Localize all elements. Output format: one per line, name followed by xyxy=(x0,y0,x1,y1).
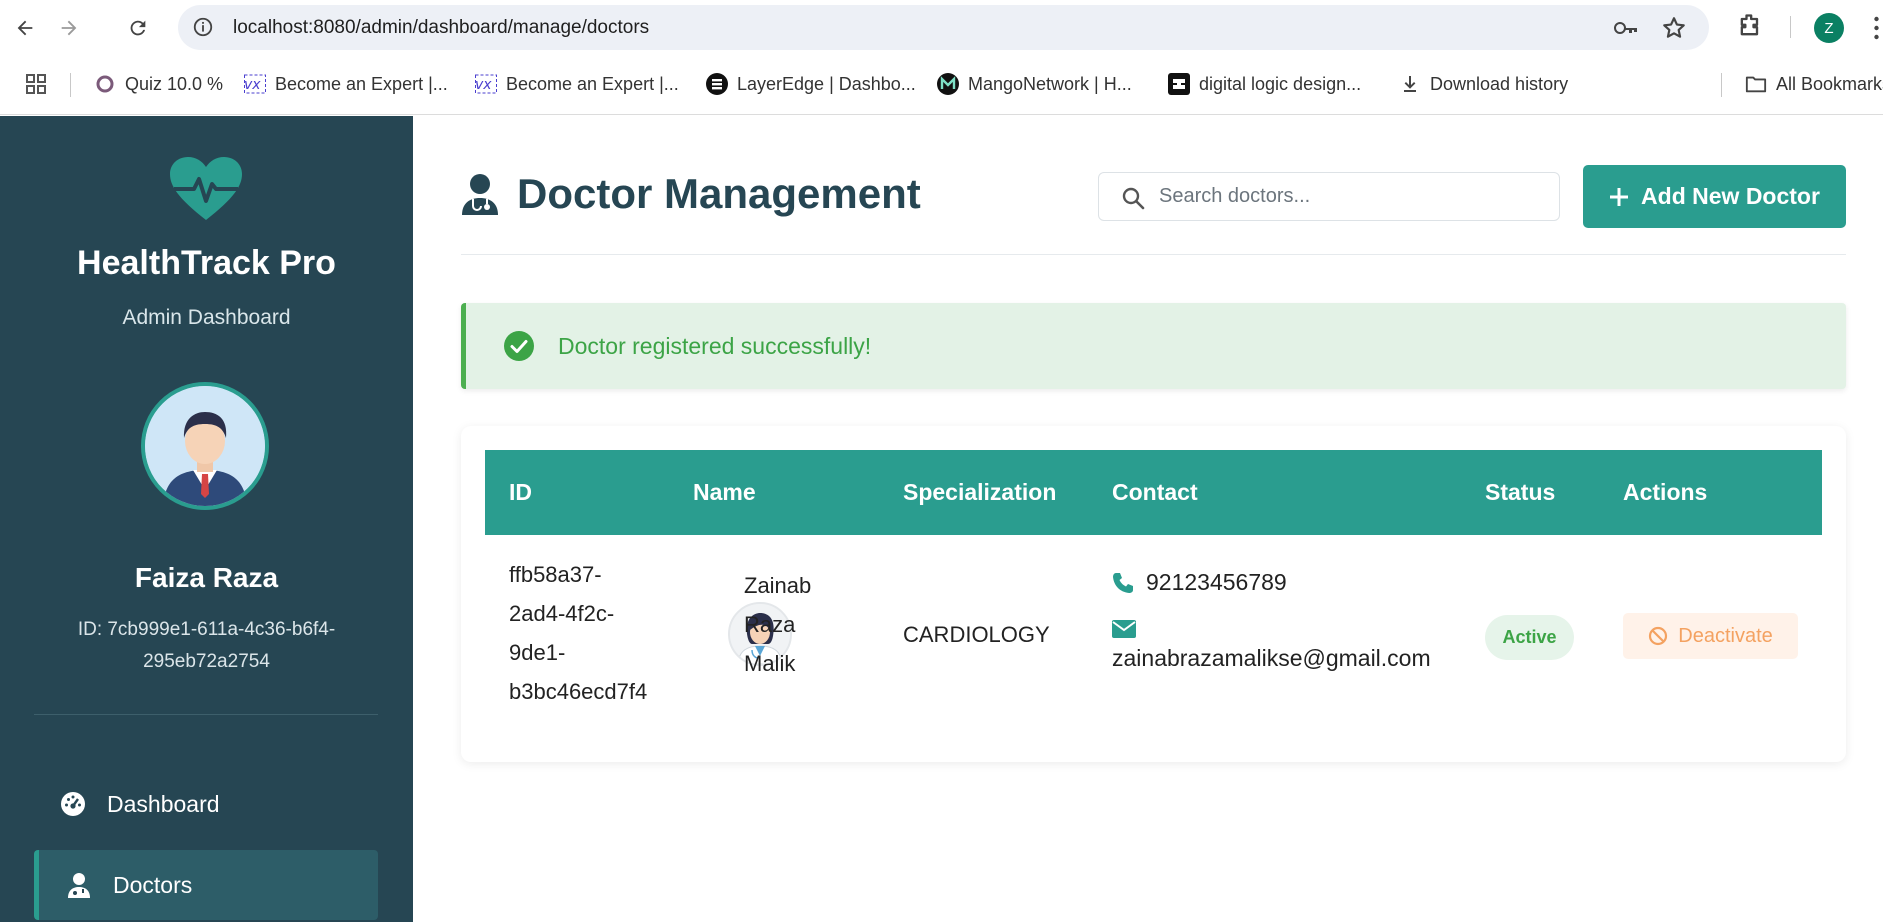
bookmark-item[interactable]: Download history xyxy=(1399,69,1568,99)
sidebar-item-doctors[interactable]: Doctors xyxy=(34,850,378,920)
doctor-icon xyxy=(462,174,498,215)
back-button[interactable] xyxy=(7,10,43,46)
vx-icon: vx xyxy=(244,73,266,95)
column-header-contact: Contact xyxy=(1112,479,1198,505)
folder-icon xyxy=(1745,73,1767,95)
column-header-name: Name xyxy=(693,479,756,505)
sidebar-item-dashboard[interactable]: Dashboard xyxy=(34,769,378,839)
bookmark-item[interactable]: vx Become an Expert |... xyxy=(244,69,448,99)
admin-avatar-illustration xyxy=(145,386,265,506)
heartbeat-logo-icon xyxy=(170,157,242,220)
menu-dots-icon[interactable] xyxy=(1870,14,1883,42)
bookmarks-divider xyxy=(70,73,71,97)
profile-avatar[interactable]: Z xyxy=(1814,13,1844,43)
admin-id: ID: 7cb999e1-611a-4c36-b6f4-295eb72a2754 xyxy=(77,619,336,672)
sidebar-item-label: Doctors xyxy=(113,871,193,898)
reload-button[interactable] xyxy=(120,10,156,46)
bookmark-item[interactable]: Quiz 10.0 % xyxy=(94,69,223,99)
doctor-id-cell: ffb58a37- 2ad4-4f2c- 9de1- b3bc46ecd7f4 xyxy=(509,562,648,704)
toolbar-divider xyxy=(1790,16,1791,38)
status-badge: Active xyxy=(1485,615,1574,660)
bookmark-star-icon[interactable] xyxy=(1661,15,1687,41)
phone-contact: 92123456789 xyxy=(1112,569,1287,596)
all-bookmarks-button[interactable]: All Bookmarks xyxy=(1745,69,1883,99)
reload-icon xyxy=(130,20,146,36)
phone-text: 92123456789 xyxy=(1146,569,1287,595)
doctor-name-cell: Zainab Raza Malik xyxy=(744,573,812,676)
bookmark-item[interactable]: vx Become an Expert |... xyxy=(475,69,679,99)
svg-text:vx: vx xyxy=(244,77,261,93)
arrow-right-icon xyxy=(61,20,77,36)
ban-icon xyxy=(1649,626,1668,646)
success-alert: Doctor registered successfully! xyxy=(461,303,1846,389)
brand-subtitle: Admin Dashboard xyxy=(122,306,291,329)
svg-text:vx: vx xyxy=(475,77,492,93)
admin-name: Faiza Raza xyxy=(134,562,279,593)
bookmark-item[interactable]: digital logic design... xyxy=(1168,69,1361,99)
doctor-icon xyxy=(65,871,93,899)
header-divider xyxy=(461,254,1846,255)
browser-toolbar: localhost:8080/admin/dashboard/manage/do… xyxy=(0,0,1883,55)
brand-title: HealthTrack Pro xyxy=(77,244,336,282)
layeredge-icon xyxy=(706,73,728,95)
arrow-left-icon xyxy=(17,20,33,36)
dashboard-gauge-icon xyxy=(59,790,87,818)
sidebar-divider xyxy=(34,714,378,715)
sidebar-item-label: Dashboard xyxy=(107,790,220,817)
plus-icon xyxy=(1610,187,1629,206)
circle-quiz-icon xyxy=(94,73,116,95)
column-header-specialization: Specialization xyxy=(903,479,1057,505)
phone-icon xyxy=(1113,572,1133,593)
mango-icon xyxy=(937,73,959,95)
search-icon xyxy=(1122,187,1145,210)
search-input[interactable] xyxy=(1159,173,1549,220)
doctors-table-card: ID Name Specialization Contact Status Ac… xyxy=(461,426,1846,762)
email-text: zainabrazamalikse@gmail.com xyxy=(1112,645,1431,671)
address-bar[interactable]: localhost:8080/admin/dashboard/manage/do… xyxy=(178,5,1709,50)
specialization-cell: CARDIOLOGY xyxy=(903,622,1050,647)
download-icon xyxy=(1399,73,1421,95)
column-header-actions: Actions xyxy=(1623,479,1708,505)
main-content: Doctor Management Add New Doctor Doctor … xyxy=(413,116,1883,922)
password-key-icon[interactable] xyxy=(1613,16,1639,40)
site-info-icon[interactable] xyxy=(192,16,214,38)
page-title: Doctor Management xyxy=(461,170,921,218)
extensions-puzzle-icon[interactable] xyxy=(1736,12,1764,40)
column-header-status: Status xyxy=(1485,479,1556,505)
apps-grid-icon[interactable] xyxy=(24,72,48,96)
vx-icon: vx xyxy=(475,73,497,95)
add-new-doctor-button[interactable]: Add New Doctor xyxy=(1583,165,1846,228)
column-header-id: ID xyxy=(509,479,532,505)
forward-button[interactable] xyxy=(51,10,87,46)
admin-avatar xyxy=(141,382,269,510)
page-title-text: Doctor Management xyxy=(517,170,921,217)
check-circle-icon xyxy=(504,331,534,361)
deactivate-button[interactable]: Deactivate xyxy=(1623,613,1798,659)
table-row: ffb58a37- 2ad4-4f2c- 9de1- b3bc46ecd7f4 … xyxy=(485,535,1822,738)
search-field[interactable] xyxy=(1098,172,1560,221)
bookmarks-bar: Quiz 10.0 % vx Become an Expert |... vx … xyxy=(0,55,1883,115)
sidebar: HealthTrack Pro Admin Dashboard Faiza Ra… xyxy=(0,116,413,922)
table-header: ID Name Specialization Contact Status Ac… xyxy=(485,450,1822,535)
bookmark-item[interactable]: MangoNetwork | H... xyxy=(937,69,1132,99)
alert-message: Doctor registered successfully! xyxy=(558,332,872,359)
url-text[interactable]: localhost:8080/admin/dashboard/manage/do… xyxy=(233,5,649,50)
dld-icon xyxy=(1168,73,1190,95)
bookmarks-divider xyxy=(1721,73,1722,97)
bookmark-item[interactable]: LayerEdge | Dashbo... xyxy=(706,69,916,99)
